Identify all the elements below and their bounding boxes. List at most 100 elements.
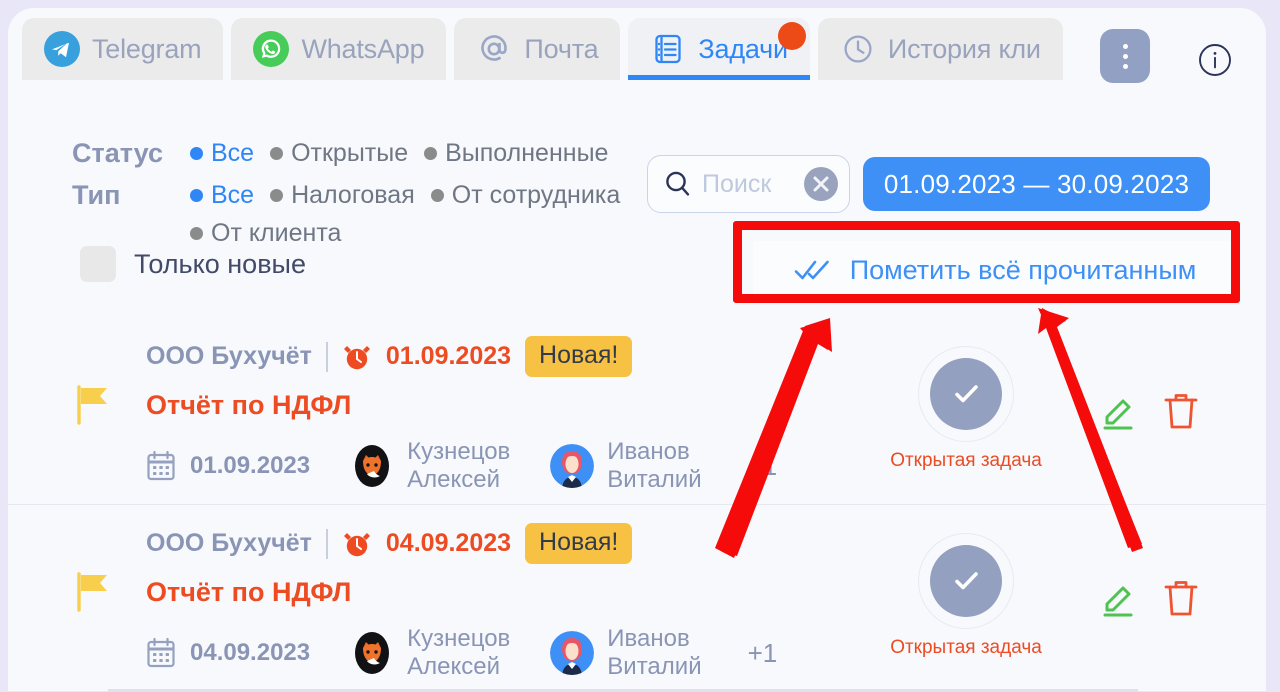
tab-whatsapp[interactable]: WhatsApp: [231, 18, 447, 80]
divider: [325, 341, 328, 372]
status-option-open[interactable]: Открытые: [270, 134, 408, 172]
woman-avatar: [550, 444, 595, 488]
task-list-icon: [650, 31, 686, 67]
radio-bullet: [424, 146, 438, 160]
extra-assignees-count[interactable]: +1: [748, 451, 778, 482]
assignee-firstname: Виталий: [607, 653, 702, 680]
radio-bullet: [270, 188, 284, 202]
assignee-firstname: Виталий: [607, 466, 702, 493]
tab-label: Задачи: [698, 33, 788, 64]
tab-label: История кли: [887, 33, 1041, 64]
task-header: ООО Бухучёт 04.09.2023 Новая!: [146, 523, 633, 564]
assignee-name: Кузнецов Алексей: [407, 438, 510, 494]
task-title[interactable]: Отчёт по НДФЛ: [146, 390, 351, 421]
only-new-checkbox[interactable]: [80, 246, 116, 282]
dot: [1122, 43, 1128, 49]
search-box[interactable]: [647, 155, 850, 213]
task-header: ООО Бухучёт 01.09.2023 Новая!: [146, 336, 633, 377]
assignee-name: Кузнецов Алексей: [407, 625, 510, 681]
calendar-icon: [146, 450, 176, 482]
tab-client-history[interactable]: История кли: [817, 18, 1063, 80]
status-label: Открытая задача: [890, 450, 1042, 471]
only-new-label: Только новые: [134, 248, 306, 279]
channel-tab-bar: Telegram WhatsApp Почта Задачи История к…: [8, 18, 1266, 88]
edit-pencil-icon[interactable]: [1098, 390, 1140, 432]
delete-trash-icon[interactable]: [1163, 390, 1199, 432]
search-input[interactable]: [702, 169, 802, 199]
task-company: ООО Бухучёт: [146, 529, 312, 557]
clear-search-icon[interactable]: [804, 167, 838, 201]
status-radio-group: Все Открытые Выполненные: [190, 134, 624, 172]
divider: [325, 528, 328, 559]
filter-row-status: Статус Все Открытые Выполненные: [72, 134, 650, 172]
assignee-lastname: Иванов: [607, 625, 690, 652]
clock-history-icon: [840, 31, 876, 67]
task-status: Открытая задача: [886, 346, 1046, 472]
fox-avatar: [350, 444, 394, 488]
new-badge: Новая!: [525, 523, 633, 564]
fox-avatar: [350, 631, 394, 675]
assignee[interactable]: Кузнецов Алексей: [350, 625, 510, 681]
more-options-button[interactable]: [1100, 29, 1150, 83]
unread-badge-dot: [777, 22, 806, 50]
tab-tasks[interactable]: Задачи: [628, 18, 811, 80]
mark-all-read-button[interactable]: Пометить всё прочитанным: [753, 241, 1237, 299]
task-meta-date: 01.09.2023: [190, 452, 311, 479]
new-badge: Новая!: [525, 336, 633, 377]
task-status: Открытая задача: [886, 533, 1046, 659]
tab-label: Почта: [524, 33, 599, 64]
complete-task-button[interactable]: [930, 545, 1002, 617]
task-due-date: 01.09.2023: [385, 342, 512, 370]
search-icon: [662, 168, 694, 200]
filter-status-label: Статус: [72, 138, 163, 168]
delete-trash-icon[interactable]: [1163, 577, 1199, 619]
task-company: ООО Бухучёт: [146, 342, 312, 370]
task-meta: 01.09.2023 Кузнецов Алексей Иванов Витал…: [146, 438, 777, 494]
assignee[interactable]: Иванов Виталий: [550, 625, 702, 681]
radio-bullet: [190, 146, 203, 160]
filter-type-label: Тип: [72, 180, 121, 210]
assignee[interactable]: Иванов Виталий: [550, 438, 702, 494]
tab-telegram[interactable]: Telegram: [22, 18, 224, 80]
woman-avatar: [550, 631, 595, 675]
status-ring: [918, 533, 1014, 629]
date-range-button[interactable]: 01.09.2023 — 30.09.2023: [863, 157, 1210, 211]
type-radio-group: Все Налоговая От сотрудника От клиента: [190, 176, 650, 252]
only-new-checkbox-row[interactable]: Только новые: [80, 246, 306, 282]
status-ring: [918, 346, 1014, 442]
task-row[interactable]: ООО Бухучёт 01.09.2023 Новая! Отчёт по Н…: [8, 318, 1266, 505]
radio-bullet: [430, 188, 444, 202]
task-title[interactable]: Отчёт по НДФЛ: [146, 577, 351, 608]
type-option-tax[interactable]: Налоговая: [270, 176, 415, 214]
tab-label: Telegram: [92, 33, 202, 64]
whatsapp-icon: [253, 31, 290, 67]
assignee[interactable]: Кузнецов Алексей: [350, 438, 510, 494]
complete-task-button[interactable]: [930, 358, 1002, 430]
assignee-lastname: Кузнецов: [407, 438, 511, 465]
flag-icon: [76, 385, 110, 425]
option-label: Налоговая: [291, 181, 415, 209]
task-list: ООО Бухучёт 01.09.2023 Новая! Отчёт по Н…: [8, 318, 1266, 692]
filter-row-type: Тип Все Налоговая От сотрудника От клиен…: [72, 176, 650, 252]
type-option-all[interactable]: Все: [190, 176, 254, 214]
task-due-date: 04.09.2023: [385, 529, 512, 557]
radio-bullet: [190, 226, 203, 240]
task-meta: 04.09.2023 Кузнецов Алексей Иванов Витал…: [146, 625, 777, 681]
info-icon[interactable]: [1195, 40, 1235, 80]
task-row[interactable]: ООО Бухучёт 04.09.2023 Новая! Отчёт по Н…: [8, 505, 1266, 692]
extra-assignees-count[interactable]: +1: [748, 638, 778, 669]
mark-all-read-label: Пометить всё прочитанным: [849, 254, 1197, 285]
status-option-done[interactable]: Выполненные: [424, 134, 608, 172]
edit-pencil-icon[interactable]: [1098, 577, 1140, 619]
option-label: Открытые: [291, 139, 409, 167]
dot: [1122, 63, 1128, 69]
type-option-from-employee[interactable]: От сотрудника: [430, 176, 620, 214]
tab-mail[interactable]: Почта: [454, 18, 621, 80]
radio-bullet: [190, 188, 203, 202]
assignee-firstname: Алексей: [407, 653, 501, 680]
status-option-all[interactable]: Все: [190, 134, 254, 172]
option-label: Выполненные: [445, 139, 609, 167]
assignee-lastname: Иванов: [607, 438, 690, 465]
radio-bullet: [270, 146, 284, 160]
assignee-lastname: Кузнецов: [407, 625, 511, 652]
